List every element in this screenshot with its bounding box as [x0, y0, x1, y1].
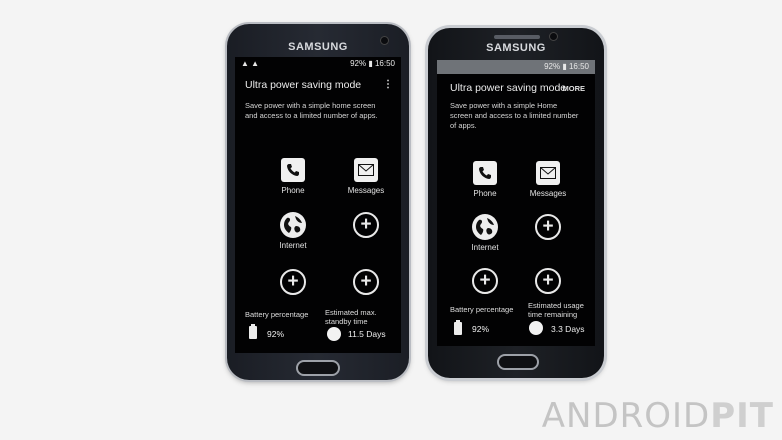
messages-icon — [354, 158, 378, 182]
battery-icon — [454, 320, 462, 335]
status-right: 92% ▮ 16:50 — [544, 62, 589, 71]
brand-logo: SAMSUNG — [486, 42, 546, 54]
add-app-slot[interactable]: + — [331, 269, 401, 298]
standby-time-label: Estimated max. standby time — [325, 308, 377, 326]
front-camera — [381, 37, 388, 44]
globe-icon — [472, 214, 498, 240]
status-bar: ▲ ▲ 92% ▮ 16:50 — [235, 57, 401, 71]
battery-status: 92% — [350, 59, 367, 68]
home-button[interactable] — [497, 354, 539, 370]
app-messages[interactable]: Messages — [331, 157, 401, 195]
app-label: Phone — [473, 189, 497, 198]
standby-time-value: 11.5 Days — [348, 329, 386, 339]
status-right: 92% ▮ 16:50 — [350, 59, 395, 68]
app-label: Internet — [471, 243, 499, 252]
add-app-slot[interactable]: + — [450, 268, 520, 297]
usage-time-label: Estimated usage time remaining — [528, 301, 584, 319]
globe-icon — [280, 212, 306, 238]
battery-small-icon: ▮ — [368, 59, 373, 68]
app-label: Messages — [347, 186, 385, 195]
battery-icon — [249, 324, 257, 339]
phone-galaxy-s6: SAMSUNG 92% ▮ 16:50 Ultra power saving m… — [428, 28, 604, 378]
description-text: Save power with a simple Home screen and… — [450, 101, 579, 130]
add-icon: + — [472, 268, 498, 294]
app-label: Internet — [279, 241, 307, 250]
phone-icon — [281, 158, 305, 182]
phone-screen: ▲ ▲ 92% ▮ 16:50 Ultra power saving mode … — [235, 57, 401, 353]
app-internet[interactable]: Internet — [258, 212, 328, 250]
app-phone[interactable]: Phone — [450, 160, 520, 198]
overflow-menu-icon[interactable]: ⋮ — [383, 79, 393, 90]
add-app-slot[interactable]: + — [513, 268, 583, 297]
notification-icons: ▲ ▲ — [241, 59, 260, 68]
more-menu-button[interactable]: MORE — [563, 84, 586, 93]
home-button[interactable] — [296, 360, 340, 376]
battery-small-icon: ▮ — [562, 62, 567, 71]
clock-icon — [529, 321, 543, 335]
add-app-slot[interactable]: + — [258, 269, 328, 298]
clock: 16:50 — [374, 59, 395, 68]
add-icon: + — [353, 269, 379, 295]
usage-time-value: 3.3 Days — [551, 324, 585, 334]
clock-icon — [327, 327, 341, 341]
add-app-slot[interactable]: + — [513, 214, 583, 243]
front-camera — [550, 33, 557, 40]
add-icon: + — [535, 268, 561, 294]
battery-percentage-value: 92% — [267, 329, 285, 339]
phone-screen: 92% ▮ 16:50 Ultra power saving mode MORE… — [437, 60, 595, 346]
battery-percentage-value: 92% — [472, 324, 490, 334]
add-icon: + — [353, 212, 379, 238]
page-title: Ultra power saving mode — [245, 79, 362, 91]
page-title: Ultra power saving mode — [450, 82, 567, 94]
add-icon: + — [280, 269, 306, 295]
status-bar: 92% ▮ 16:50 — [437, 60, 595, 74]
app-label: Phone — [281, 186, 305, 195]
messages-icon — [536, 161, 560, 185]
battery-percentage-label: Battery percentage — [450, 305, 514, 314]
app-label: Messages — [529, 189, 567, 198]
add-app-slot[interactable]: + — [331, 212, 401, 241]
phone-icon — [473, 161, 497, 185]
description-text: Save power with a simple home screen and… — [245, 101, 378, 120]
phone-galaxy-s5: SAMSUNG ▲ ▲ 92% ▮ 16:50 Ultra power savi… — [227, 24, 409, 380]
app-phone[interactable]: Phone — [258, 157, 328, 195]
androidpit-watermark: ANDROIDPIT — [541, 396, 774, 436]
battery-status: 92% — [544, 62, 561, 71]
earpiece-speaker — [494, 35, 540, 39]
app-messages[interactable]: Messages — [513, 160, 583, 198]
app-internet[interactable]: Internet — [450, 214, 520, 252]
battery-percentage-label: Battery percentage — [245, 310, 309, 319]
clock: 16:50 — [568, 62, 589, 71]
add-icon: + — [535, 214, 561, 240]
